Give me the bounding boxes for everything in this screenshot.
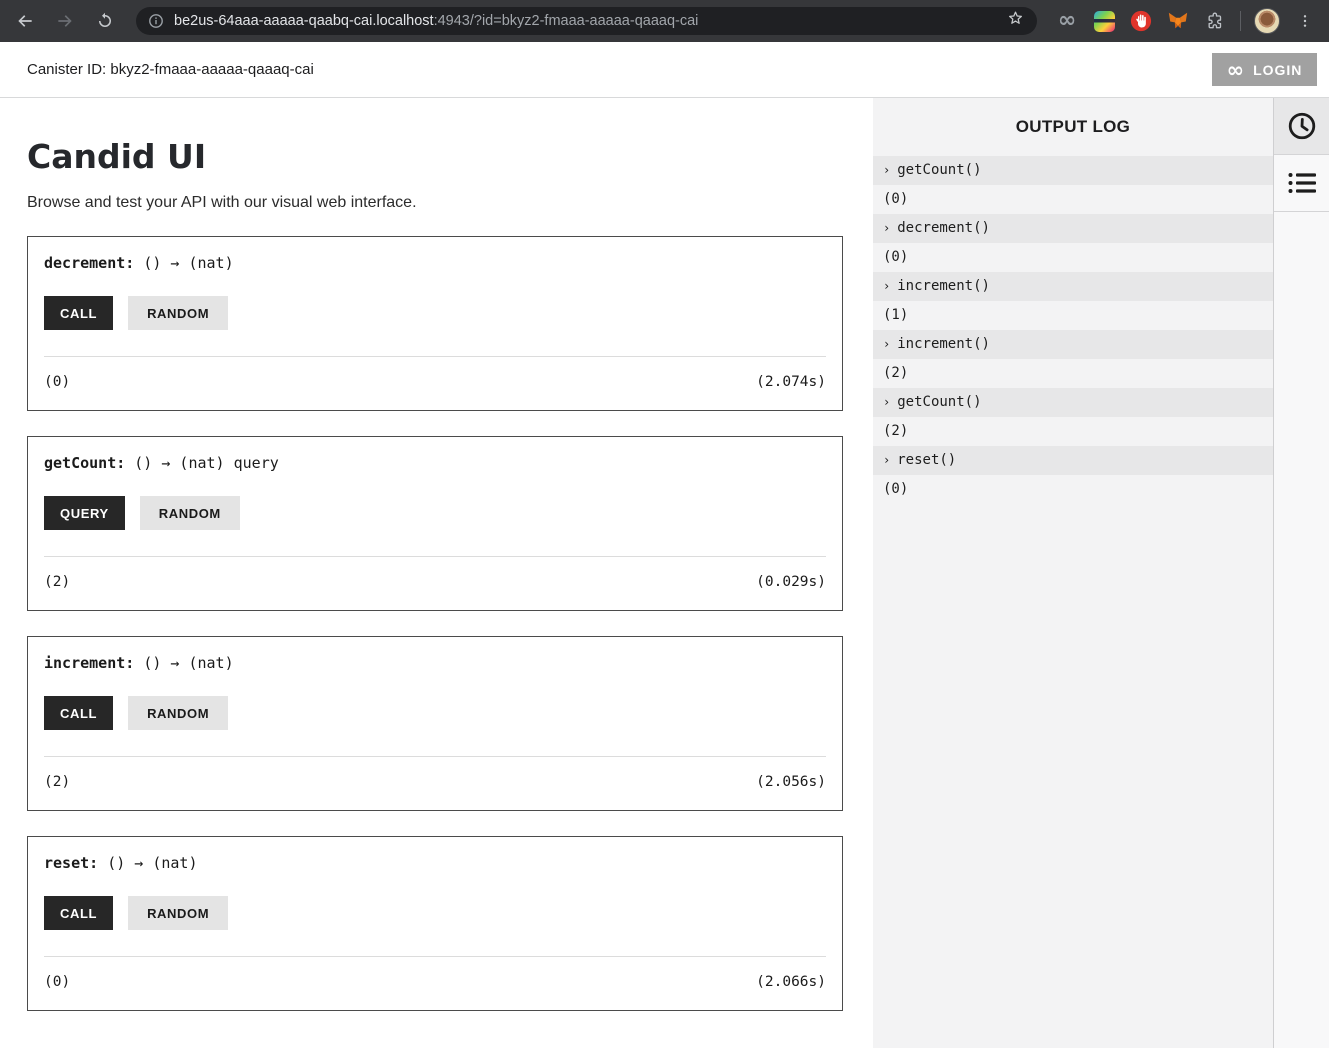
call-button[interactable]: CALL xyxy=(44,296,113,330)
extensions-puzzle-icon[interactable] xyxy=(1203,9,1227,33)
output-log-panel: OUTPUT LOG ›getCount()(0)›decrement()(0)… xyxy=(873,98,1273,1048)
infinity-extension-icon[interactable]: ∞ xyxy=(1055,9,1079,33)
log-command-row: ›decrement() xyxy=(873,214,1273,243)
log-result-row: (2) xyxy=(873,359,1273,388)
method-card-decrement: decrement:() → (nat) CALL RANDOM (0) (2.… xyxy=(27,236,843,411)
fox-wallet-extension-icon[interactable] xyxy=(1166,9,1190,33)
method-signature: increment:() → (nat) xyxy=(44,653,826,673)
method-result: (0) xyxy=(44,972,70,992)
log-tab-strip xyxy=(1273,98,1329,1048)
method-signature: getCount:() → (nat) query xyxy=(44,453,826,473)
chevron-prefix: › xyxy=(883,163,890,177)
list-icon xyxy=(1287,170,1317,196)
log-result-row: (0) xyxy=(873,243,1273,272)
toolbar-divider xyxy=(1240,11,1241,31)
profile-avatar[interactable] xyxy=(1254,8,1280,34)
chevron-prefix: › xyxy=(883,395,890,409)
page-subtitle: Browse and test your API with our visual… xyxy=(27,192,873,214)
random-button[interactable]: RANDOM xyxy=(140,496,240,530)
bookmark-star-icon[interactable] xyxy=(1006,9,1025,33)
method-card-increment: increment:() → (nat) CALL RANDOM (2) (2.… xyxy=(27,636,843,811)
log-result-row: (0) xyxy=(873,475,1273,504)
call-button[interactable]: CALL xyxy=(44,896,113,930)
infinity-icon: ∞ xyxy=(1227,60,1245,80)
card-divider xyxy=(44,356,826,357)
chevron-prefix: › xyxy=(883,279,890,293)
method-duration: (2.074s) xyxy=(756,372,826,392)
query-button[interactable]: QUERY xyxy=(44,496,125,530)
log-command-row: ›increment() xyxy=(873,330,1273,359)
method-result: (2) xyxy=(44,572,70,592)
methods-list-tab[interactable] xyxy=(1274,155,1329,212)
method-card-reset: reset:() → (nat) CALL RANDOM (0) (2.066s… xyxy=(27,836,843,1011)
reload-icon[interactable] xyxy=(92,8,118,34)
card-divider xyxy=(44,756,826,757)
chevron-prefix: › xyxy=(883,453,890,467)
method-signature: decrement:() → (nat) xyxy=(44,253,826,273)
method-duration: (0.029s) xyxy=(756,572,826,592)
method-result: (2) xyxy=(44,772,70,792)
method-duration: (2.056s) xyxy=(756,772,826,792)
log-result-row: (0) xyxy=(873,185,1273,214)
log-command-row: ›getCount() xyxy=(873,388,1273,417)
main-content: Candid UI Browse and test your API with … xyxy=(0,98,873,1048)
random-button[interactable]: RANDOM xyxy=(128,296,228,330)
method-card-getcount: getCount:() → (nat) query QUERY RANDOM (… xyxy=(27,436,843,611)
chevron-prefix: › xyxy=(883,337,890,351)
log-entries: ›getCount()(0)›decrement()(0)›increment(… xyxy=(873,156,1273,504)
history-tab[interactable] xyxy=(1274,98,1329,155)
log-command-row: ›increment() xyxy=(873,272,1273,301)
log-result-row: (2) xyxy=(873,417,1273,446)
card-divider xyxy=(44,956,826,957)
url-text: be2us-64aaa-aaaaa-qaabq-cai.localhost:49… xyxy=(174,13,698,29)
log-result-row: (1) xyxy=(873,301,1273,330)
canister-id-label: Canister ID: bkyz2-fmaaa-aaaaa-qaaaq-cai xyxy=(27,61,314,78)
method-signature: reset:() → (nat) xyxy=(44,853,826,873)
browser-toolbar: be2us-64aaa-aaaaa-qaabq-cai.localhost:49… xyxy=(0,0,1329,42)
site-header: Canister ID: bkyz2-fmaaa-aaaaa-qaaaq-cai… xyxy=(0,42,1329,98)
extensions-area: ∞ xyxy=(1055,8,1317,34)
monster-extension-icon[interactable] xyxy=(1092,9,1116,33)
call-button[interactable]: CALL xyxy=(44,696,113,730)
page-title: Candid UI xyxy=(27,138,873,176)
random-button[interactable]: RANDOM xyxy=(128,896,228,930)
content-blocker-extension-icon[interactable] xyxy=(1129,9,1153,33)
chevron-prefix: › xyxy=(883,221,890,235)
forward-icon[interactable] xyxy=(52,8,78,34)
login-button[interactable]: ∞ LOGIN xyxy=(1212,53,1317,86)
address-bar[interactable]: be2us-64aaa-aaaaa-qaabq-cai.localhost:49… xyxy=(136,7,1037,35)
log-command-row: ›reset() xyxy=(873,446,1273,475)
card-divider xyxy=(44,556,826,557)
back-icon[interactable] xyxy=(12,8,38,34)
page-info-icon[interactable] xyxy=(148,13,164,29)
method-result: (0) xyxy=(44,372,70,392)
method-duration: (2.066s) xyxy=(756,972,826,992)
login-label: LOGIN xyxy=(1253,62,1302,78)
output-log-title: OUTPUT LOG xyxy=(873,98,1273,156)
browser-menu-icon[interactable] xyxy=(1293,9,1317,33)
clock-icon xyxy=(1287,111,1317,141)
log-command-row: ›getCount() xyxy=(873,156,1273,185)
random-button[interactable]: RANDOM xyxy=(128,696,228,730)
